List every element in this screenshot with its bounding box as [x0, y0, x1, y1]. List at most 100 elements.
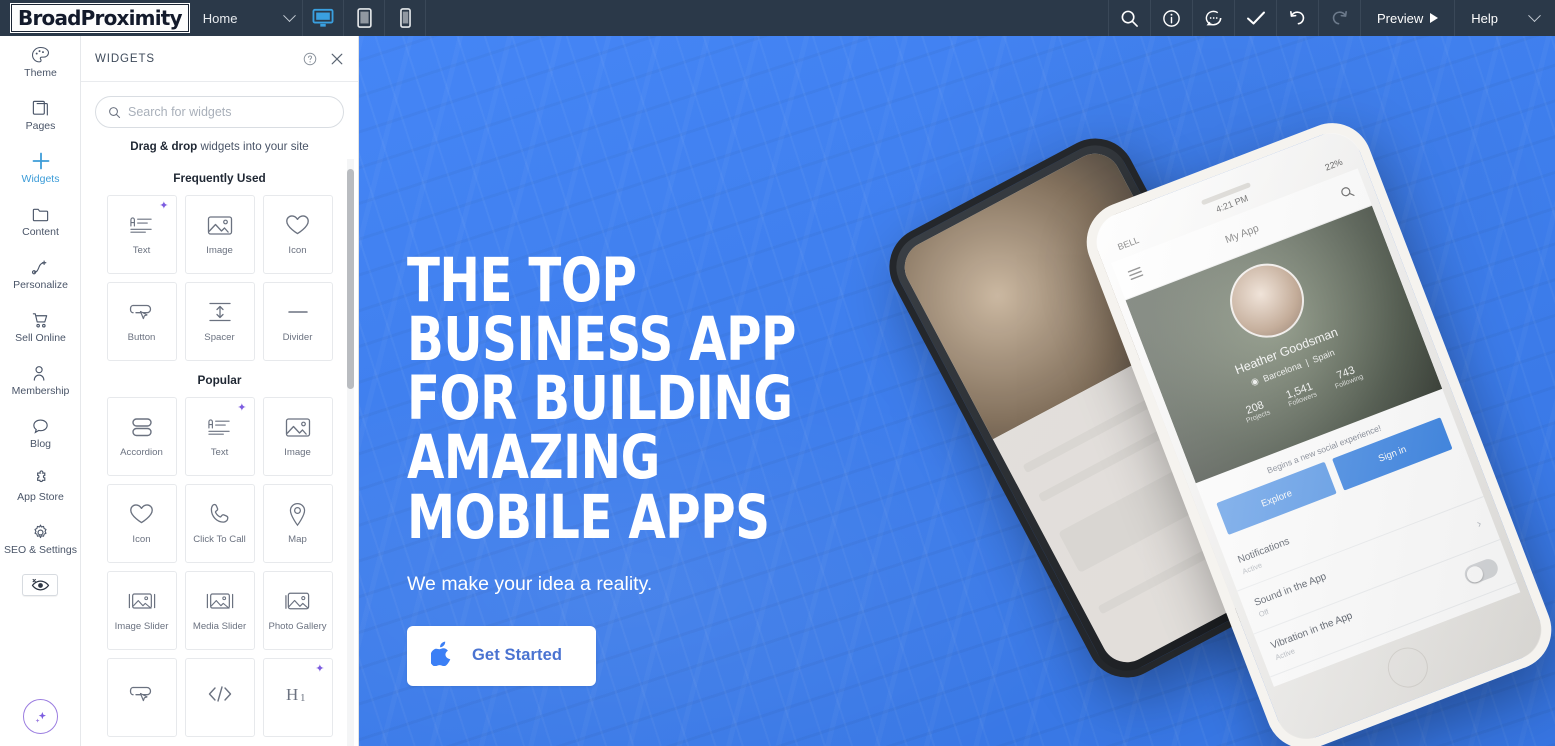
- sidebar-item-theme[interactable]: Theme: [0, 36, 81, 89]
- sparkle-icon: [35, 711, 46, 723]
- widget-card-heading[interactable]: ✦ H 1: [262, 658, 333, 737]
- logo-text: BroadProximity: [18, 5, 183, 30]
- sidebar-item-label: Membership: [11, 385, 70, 398]
- button-icon: [129, 299, 155, 325]
- desktop-view-button[interactable]: [303, 0, 343, 36]
- widget-card-map[interactable]: Map: [262, 484, 333, 563]
- gallery-icon: [284, 588, 311, 614]
- mobile-icon: [400, 8, 411, 28]
- preview-button[interactable]: Preview: [1361, 0, 1454, 36]
- widget-card-embed-code[interactable]: [184, 658, 255, 737]
- widget-card-divider[interactable]: Divider: [262, 282, 333, 361]
- widget-card-button[interactable]: Button: [106, 282, 177, 361]
- personalize-icon: [31, 257, 50, 277]
- search-icon: [1121, 10, 1138, 27]
- sparkle-icon: ✦: [159, 200, 169, 212]
- info-icon: [1163, 9, 1180, 27]
- panel-help-button[interactable]: [303, 52, 317, 66]
- drag-drop-hint: Drag & drop widgets into your site: [81, 128, 358, 159]
- toggle-off[interactable]: [1462, 556, 1501, 587]
- widget-card-image[interactable]: Image: [184, 195, 255, 274]
- puzzle-icon: [31, 469, 50, 489]
- eye-off-icon: [31, 578, 49, 591]
- phone-icon: [208, 501, 232, 527]
- svg-text:1: 1: [300, 692, 306, 704]
- widgets-panel-header: WIDGETS: [81, 36, 358, 82]
- redo-button[interactable]: [1319, 0, 1360, 36]
- ai-assistant-button[interactable]: [23, 699, 58, 734]
- scrollbar-thumb[interactable]: [347, 169, 354, 389]
- overflow-menu-button[interactable]: [1514, 0, 1555, 36]
- site-logo[interactable]: BroadProximity: [11, 4, 189, 32]
- widget-card-click-to-call[interactable]: Click To Call: [184, 484, 255, 563]
- widget-card-media-slider[interactable]: Media Slider: [184, 571, 255, 650]
- widget-card-photo-gallery[interactable]: Photo Gallery: [262, 571, 333, 650]
- sidebar-item-label: Content: [22, 226, 59, 239]
- sidebar-item-widgets[interactable]: Widgets: [0, 142, 81, 195]
- sidebar-item-pages[interactable]: Pages: [0, 89, 81, 142]
- get-started-button[interactable]: Get Started: [407, 625, 597, 686]
- play-icon: [1430, 13, 1439, 23]
- search-button[interactable]: [1109, 0, 1150, 36]
- cart-icon: [31, 310, 50, 330]
- map-pin-icon: ◉: [1249, 375, 1261, 388]
- section-title-popular: Popular: [197, 373, 242, 387]
- sidebar-item-label: SEO & Settings: [4, 544, 77, 557]
- search-input[interactable]: [128, 105, 331, 119]
- tablet-icon: [357, 8, 372, 28]
- chat-button[interactable]: [1193, 0, 1234, 36]
- sidebar-item-label: App Store: [17, 491, 64, 504]
- widget-card-text-popular[interactable]: ✦ Text: [184, 397, 255, 476]
- sidebar-item-seo-settings[interactable]: SEO & Settings: [0, 513, 81, 566]
- toggle-on[interactable]: [1478, 599, 1518, 630]
- spacer-icon: [208, 299, 232, 325]
- undo-button[interactable]: [1277, 0, 1318, 36]
- sidebar-item-membership[interactable]: Membership: [0, 354, 81, 407]
- widget-label: Image: [284, 447, 311, 459]
- save-button[interactable]: [1235, 0, 1276, 36]
- widget-label: Spacer: [204, 332, 235, 344]
- svg-text:H: H: [286, 685, 298, 704]
- help-button[interactable]: Help: [1455, 0, 1514, 36]
- widget-card-icon-popular[interactable]: Icon: [106, 484, 177, 563]
- panel-close-button[interactable]: [330, 52, 344, 66]
- site-canvas[interactable]: BELL 4:21 PM 22% My App Heather Goodsman…: [359, 36, 1555, 746]
- widget-card-image-slider[interactable]: Image Slider: [106, 571, 177, 650]
- widget-card-spacer[interactable]: Spacer: [184, 282, 255, 361]
- widget-grid-popular: Accordion ✦ Text Image Icon Click To Cal…: [81, 397, 358, 737]
- sidebar-item-personalize[interactable]: Personalize: [0, 248, 81, 301]
- widget-card-text[interactable]: ✦ Text: [106, 195, 177, 274]
- sidebar-item-content[interactable]: Content: [0, 195, 81, 248]
- sidebar-item-sell-online[interactable]: Sell Online: [0, 301, 81, 354]
- widget-label: Accordion: [120, 447, 163, 459]
- widget-label: Divider: [282, 332, 313, 344]
- sidebar-item-label: Pages: [25, 120, 56, 133]
- widget-label: Text: [132, 245, 151, 257]
- sparkle-icon: ✦: [315, 663, 325, 675]
- widget-card-accordion[interactable]: Accordion: [106, 397, 177, 476]
- page-selector[interactable]: Home: [199, 0, 303, 36]
- page-selector-label: Home: [202, 10, 238, 26]
- hide-elements-toggle[interactable]: [22, 574, 58, 596]
- top-toolbar: BroadProximity Home Preview Help: [0, 0, 1555, 36]
- panel-title: WIDGETS: [95, 52, 155, 65]
- widget-label: Photo Gallery: [268, 621, 327, 633]
- accordion-icon: [130, 414, 154, 440]
- mobile-view-button[interactable]: [385, 0, 425, 36]
- widget-card-button-2[interactable]: [106, 658, 177, 737]
- sidebar-item-blog[interactable]: Blog: [0, 407, 81, 460]
- widget-card-image-popular[interactable]: Image: [262, 397, 333, 476]
- help-label: Help: [1471, 10, 1498, 26]
- info-button[interactable]: [1151, 0, 1192, 36]
- text-icon: [207, 414, 232, 440]
- check-icon: [1246, 11, 1265, 25]
- sidebar-item-label: Personalize: [13, 279, 68, 292]
- sidebar-item-app-store[interactable]: App Store: [0, 460, 81, 513]
- widget-card-icon[interactable]: Icon: [262, 195, 333, 274]
- widget-search-box[interactable]: [95, 96, 344, 128]
- preview-label: Preview: [1377, 10, 1424, 26]
- status-battery: 22%: [1323, 156, 1344, 173]
- tablet-view-button[interactable]: [344, 0, 384, 36]
- search-icon: [109, 106, 121, 118]
- widgets-scroll-area[interactable]: Frequently Used ✦ Text Image Icon Button…: [81, 159, 358, 746]
